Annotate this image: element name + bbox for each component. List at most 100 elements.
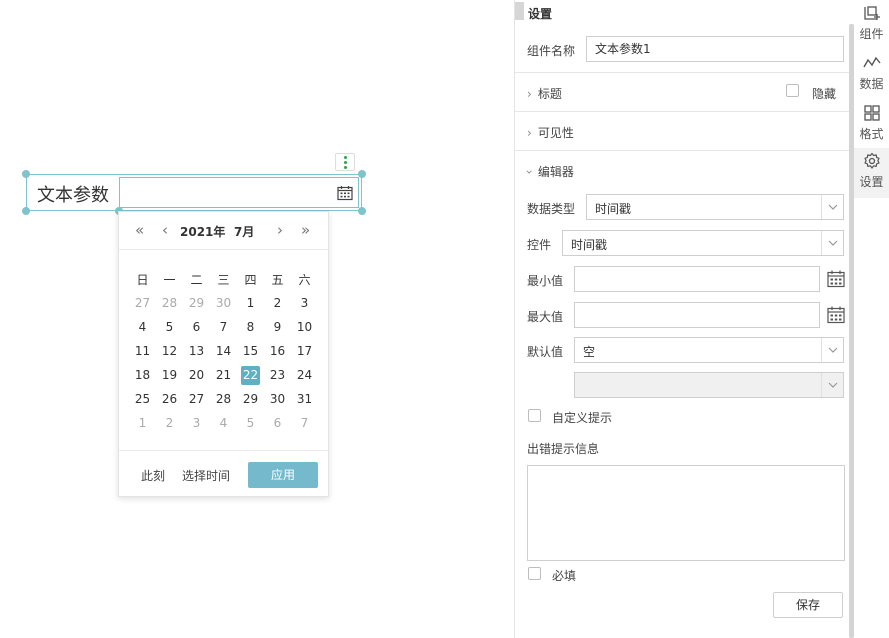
calendar-day-number: 6 <box>273 416 282 430</box>
resize-handle-br[interactable] <box>358 207 366 215</box>
save-button[interactable]: 保存 <box>773 592 843 618</box>
custom-hint-checkbox[interactable] <box>528 409 541 422</box>
calendar-day[interactable]: 17 <box>291 342 318 366</box>
max-value-input[interactable] <box>574 302 820 328</box>
calendar-day-number: 18 <box>134 368 151 382</box>
calendar-day[interactable]: 3 <box>291 294 318 318</box>
calendar-day[interactable]: 5 <box>156 318 183 342</box>
section-editor-toggle[interactable]: ›编辑器 <box>522 163 574 180</box>
calendar-icon[interactable] <box>826 269 846 289</box>
prev-year-button[interactable]: « <box>135 221 144 239</box>
calendar-icon[interactable] <box>337 185 353 201</box>
next-year-button[interactable]: » <box>301 221 310 239</box>
calendar-day-number: 7 <box>300 416 309 430</box>
calendar-day[interactable]: 6 <box>183 318 210 342</box>
calendar-day-number: 6 <box>192 320 201 334</box>
tab-settings[interactable]: 设置 <box>854 148 889 198</box>
calendar-day[interactable]: 24 <box>291 366 318 390</box>
data-type-select[interactable]: 时间戳 <box>586 194 844 220</box>
calendar-day[interactable]: 22 <box>237 366 264 390</box>
resize-handle-bl[interactable] <box>22 207 30 215</box>
resize-handle-tl[interactable] <box>22 170 30 178</box>
calendar-day[interactable]: 18 <box>129 366 156 390</box>
min-value-input[interactable] <box>574 266 820 292</box>
calendar-icon[interactable] <box>826 305 846 325</box>
calendar-day[interactable]: 27 <box>129 294 156 318</box>
calendar-day-number: 1 <box>138 416 147 430</box>
calendar-day[interactable]: 29 <box>237 390 264 414</box>
panel-title: 设置 <box>528 7 553 21</box>
more-options-button[interactable] <box>335 153 355 171</box>
calendar-day[interactable]: 2 <box>156 414 183 438</box>
design-canvas[interactable]: 文本参数 « ‹ 2021年 7月 › » 日 一 二 三 四 五 六 27 2… <box>0 0 514 638</box>
calendar-day[interactable]: 12 <box>156 342 183 366</box>
calendar-day[interactable]: 11 <box>129 342 156 366</box>
section-visibility-toggle[interactable]: › 可见性 <box>527 124 574 141</box>
chevron-right-icon: › <box>527 87 532 101</box>
calendar-day[interactable]: 28 <box>156 294 183 318</box>
calendar-day[interactable]: 20 <box>183 366 210 390</box>
calendar-day[interactable]: 14 <box>210 342 237 366</box>
calendar-day[interactable]: 28 <box>210 390 237 414</box>
calendar-day-number: 5 <box>246 416 255 430</box>
calendar-day-number: 31 <box>296 392 313 406</box>
calendar-day[interactable]: 15 <box>237 342 264 366</box>
calendar-day[interactable]: 27 <box>183 390 210 414</box>
resize-handle-tr[interactable] <box>358 170 366 178</box>
calendar-day[interactable]: 30 <box>210 294 237 318</box>
more-dot <box>344 166 347 169</box>
calendar-day[interactable]: 23 <box>264 366 291 390</box>
calendar-day[interactable]: 29 <box>183 294 210 318</box>
next-month-button[interactable]: › <box>277 221 283 239</box>
calendar-day[interactable]: 30 <box>264 390 291 414</box>
required-label: 必填 <box>552 569 577 583</box>
calendar-day[interactable]: 3 <box>183 414 210 438</box>
section-title-toggle[interactable]: › 标题 <box>527 85 562 102</box>
text-parameter-widget[interactable]: 文本参数 <box>22 170 366 215</box>
calendar-day[interactable]: 16 <box>264 342 291 366</box>
calendar-day[interactable]: 9 <box>264 318 291 342</box>
widget-date-input[interactable] <box>119 177 359 208</box>
tab-component[interactable]: 组件 <box>854 0 889 50</box>
chevron-down-icon <box>821 373 843 397</box>
calendar-day-number: 25 <box>134 392 151 406</box>
calendar-day[interactable]: 5 <box>237 414 264 438</box>
hide-checkbox[interactable] <box>786 84 799 97</box>
required-checkbox[interactable] <box>528 567 541 580</box>
default-value-sub-select[interactable] <box>574 372 844 398</box>
calendar-day[interactable]: 31 <box>291 390 318 414</box>
calendar-day[interactable]: 1 <box>237 294 264 318</box>
choose-time-button[interactable]: 选择时间 <box>182 467 230 484</box>
date-picker-popup: « ‹ 2021年 7月 › » 日 一 二 三 四 五 六 27 28 29 30 1… <box>118 211 329 497</box>
section-editor-label: 编辑器 <box>537 165 574 179</box>
calendar-day[interactable]: 10 <box>291 318 318 342</box>
calendar-day[interactable]: 21 <box>210 366 237 390</box>
prev-month-button[interactable]: ‹ <box>162 221 168 239</box>
component-name-input[interactable]: 文本参数1 <box>586 36 844 62</box>
calendar-day-number: 12 <box>161 344 178 358</box>
calendar-day[interactable]: 2 <box>264 294 291 318</box>
calendar-day[interactable]: 4 <box>210 414 237 438</box>
data-type-label: 数据类型 <box>527 202 576 216</box>
tab-data[interactable]: 数据 <box>854 50 889 100</box>
calendar-day[interactable]: 4 <box>129 318 156 342</box>
calendar-day[interactable]: 19 <box>156 366 183 390</box>
calendar-day[interactable]: 8 <box>237 318 264 342</box>
year-label[interactable]: 2021年 <box>180 223 225 240</box>
control-select[interactable]: 时间戳 <box>562 230 844 256</box>
calendar-day[interactable]: 7 <box>210 318 237 342</box>
calendar-day[interactable]: 6 <box>264 414 291 438</box>
tab-format[interactable]: 格式 <box>854 100 889 150</box>
calendar-day[interactable]: 25 <box>129 390 156 414</box>
default-value-select[interactable]: 空 <box>574 337 844 363</box>
calendar-day[interactable]: 7 <box>291 414 318 438</box>
calendar-day[interactable]: 26 <box>156 390 183 414</box>
collapse-handle[interactable] <box>515 2 524 20</box>
calendar-day[interactable]: 13 <box>183 342 210 366</box>
apply-button[interactable]: 应用 <box>248 462 318 488</box>
calendar-day-number: 26 <box>161 392 178 406</box>
calendar-day[interactable]: 1 <box>129 414 156 438</box>
month-label[interactable]: 7月 <box>234 223 254 240</box>
now-button[interactable]: 此刻 <box>141 467 165 484</box>
error-hint-textarea[interactable] <box>527 465 845 561</box>
